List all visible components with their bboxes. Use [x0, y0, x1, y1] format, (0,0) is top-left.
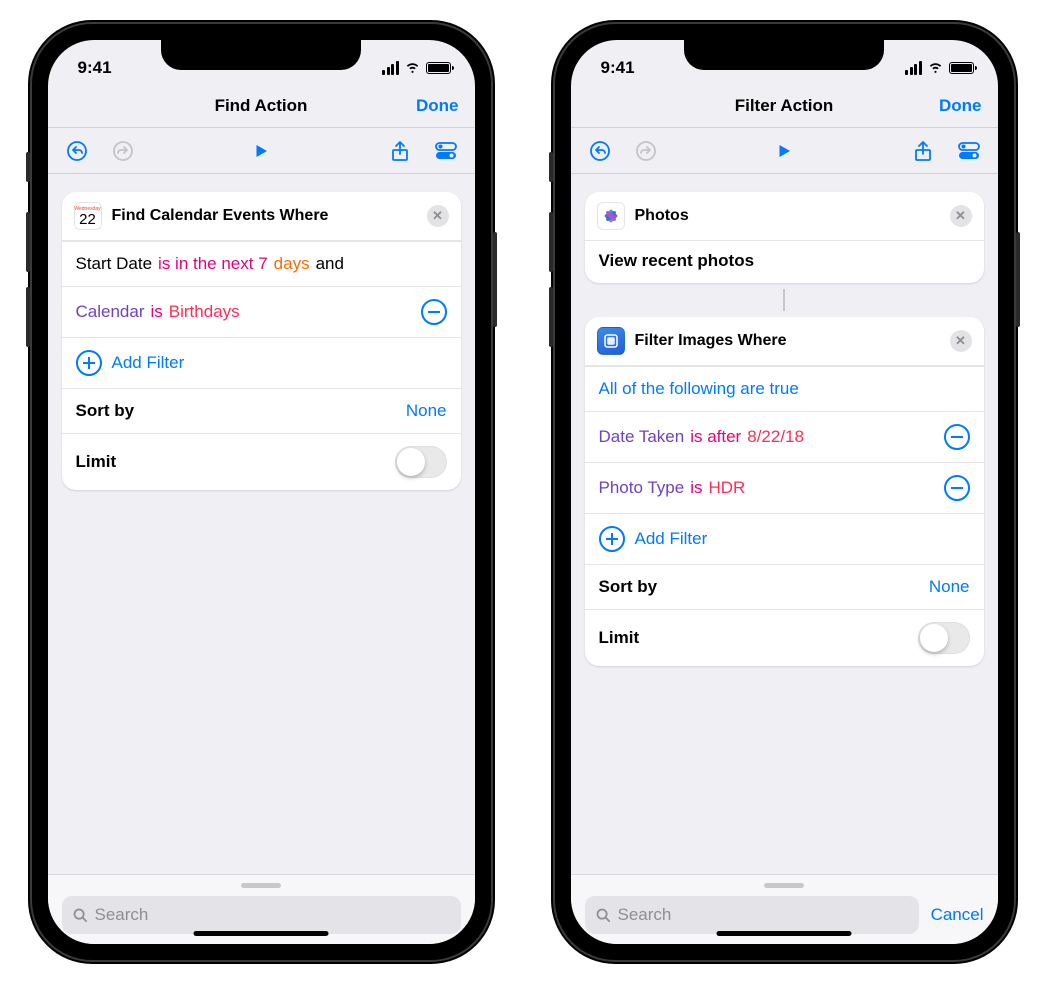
volume-down	[26, 287, 30, 347]
search-icon	[595, 907, 612, 924]
toolbar	[48, 128, 475, 174]
close-icon[interactable]: ✕	[950, 330, 972, 352]
add-filter-button[interactable]: Add Filter	[585, 513, 984, 564]
filter-images-card: Filter Images Where ✕ All of the followi…	[585, 317, 984, 666]
volume-up	[549, 212, 553, 272]
limit-switch[interactable]	[918, 622, 970, 654]
volume-down	[549, 287, 553, 347]
battery-icon	[949, 62, 974, 74]
signal-icon	[382, 61, 399, 75]
phone-left: 9:41 Find Action Done	[30, 22, 493, 962]
share-button[interactable]	[908, 136, 938, 166]
remove-filter-icon[interactable]	[421, 299, 447, 325]
cancel-button[interactable]: Cancel	[931, 905, 984, 925]
grabber-icon[interactable]	[241, 883, 281, 888]
grabber-icon[interactable]	[764, 883, 804, 888]
remove-filter-icon[interactable]	[944, 424, 970, 450]
find-calendar-card: Wednesday 22 Find Calendar Events Where …	[62, 192, 461, 490]
power-button	[1016, 232, 1020, 327]
sort-by-row[interactable]: Sort by None	[585, 564, 984, 609]
power-button	[493, 232, 497, 327]
remove-filter-icon[interactable]	[944, 475, 970, 501]
signal-icon	[905, 61, 922, 75]
notch	[161, 40, 361, 70]
photos-card: Photos ✕ View recent photos	[585, 192, 984, 283]
close-icon[interactable]: ✕	[427, 205, 449, 227]
card-title: Filter Images Where	[635, 332, 940, 350]
sort-by-row[interactable]: Sort by None	[62, 388, 461, 433]
plus-icon	[599, 526, 625, 552]
page-title: Filter Action	[735, 96, 834, 116]
wifi-icon	[404, 58, 421, 79]
undo-button[interactable]	[62, 136, 92, 166]
undo-button[interactable]	[585, 136, 615, 166]
photos-app-icon	[597, 202, 625, 230]
filter-row-photo-type[interactable]: Photo Type is HDR	[585, 462, 984, 513]
page-title: Find Action	[215, 96, 308, 116]
nav-bar: Find Action Done	[48, 84, 475, 128]
battery-icon	[426, 62, 451, 74]
redo-button	[108, 136, 138, 166]
status-time: 9:41	[601, 58, 635, 78]
close-icon[interactable]: ✕	[950, 205, 972, 227]
add-filter-button[interactable]: Add Filter	[62, 337, 461, 388]
share-button[interactable]	[385, 136, 415, 166]
play-button[interactable]	[769, 136, 799, 166]
filter-row-calendar[interactable]: Calendar is Birthdays	[62, 286, 461, 337]
mute-switch	[26, 152, 30, 182]
filter-row-startdate[interactable]: Start Date is in the next 7 days and	[62, 241, 461, 286]
card-title: Find Calendar Events Where	[112, 207, 417, 225]
wifi-icon	[927, 58, 944, 79]
connector	[585, 289, 984, 311]
phone-right: 9:41 Filter Action Done	[553, 22, 1016, 962]
limit-row: Limit	[62, 433, 461, 490]
view-recent-photos[interactable]: View recent photos	[585, 240, 984, 283]
done-button[interactable]: Done	[939, 96, 982, 116]
done-button[interactable]: Done	[416, 96, 459, 116]
condition-row[interactable]: All of the following are true	[585, 366, 984, 411]
plus-icon	[76, 350, 102, 376]
images-app-icon	[597, 327, 625, 355]
settings-toggle-button[interactable]	[431, 136, 461, 166]
home-indicator[interactable]	[194, 931, 329, 936]
mute-switch	[549, 152, 553, 182]
redo-button	[631, 136, 661, 166]
notch	[684, 40, 884, 70]
search-icon	[72, 907, 89, 924]
play-button[interactable]	[246, 136, 276, 166]
card-title: Photos	[635, 207, 940, 225]
home-indicator[interactable]	[717, 931, 852, 936]
settings-toggle-button[interactable]	[954, 136, 984, 166]
search-input[interactable]: Search	[62, 896, 461, 934]
limit-switch[interactable]	[395, 446, 447, 478]
search-input[interactable]: Search	[585, 896, 919, 934]
toolbar	[571, 128, 998, 174]
filter-row-date-taken[interactable]: Date Taken is after 8/22/18	[585, 411, 984, 462]
calendar-app-icon: Wednesday 22	[74, 202, 102, 230]
volume-up	[26, 212, 30, 272]
limit-row: Limit	[585, 609, 984, 666]
status-time: 9:41	[78, 58, 112, 78]
nav-bar: Filter Action Done	[571, 84, 998, 128]
